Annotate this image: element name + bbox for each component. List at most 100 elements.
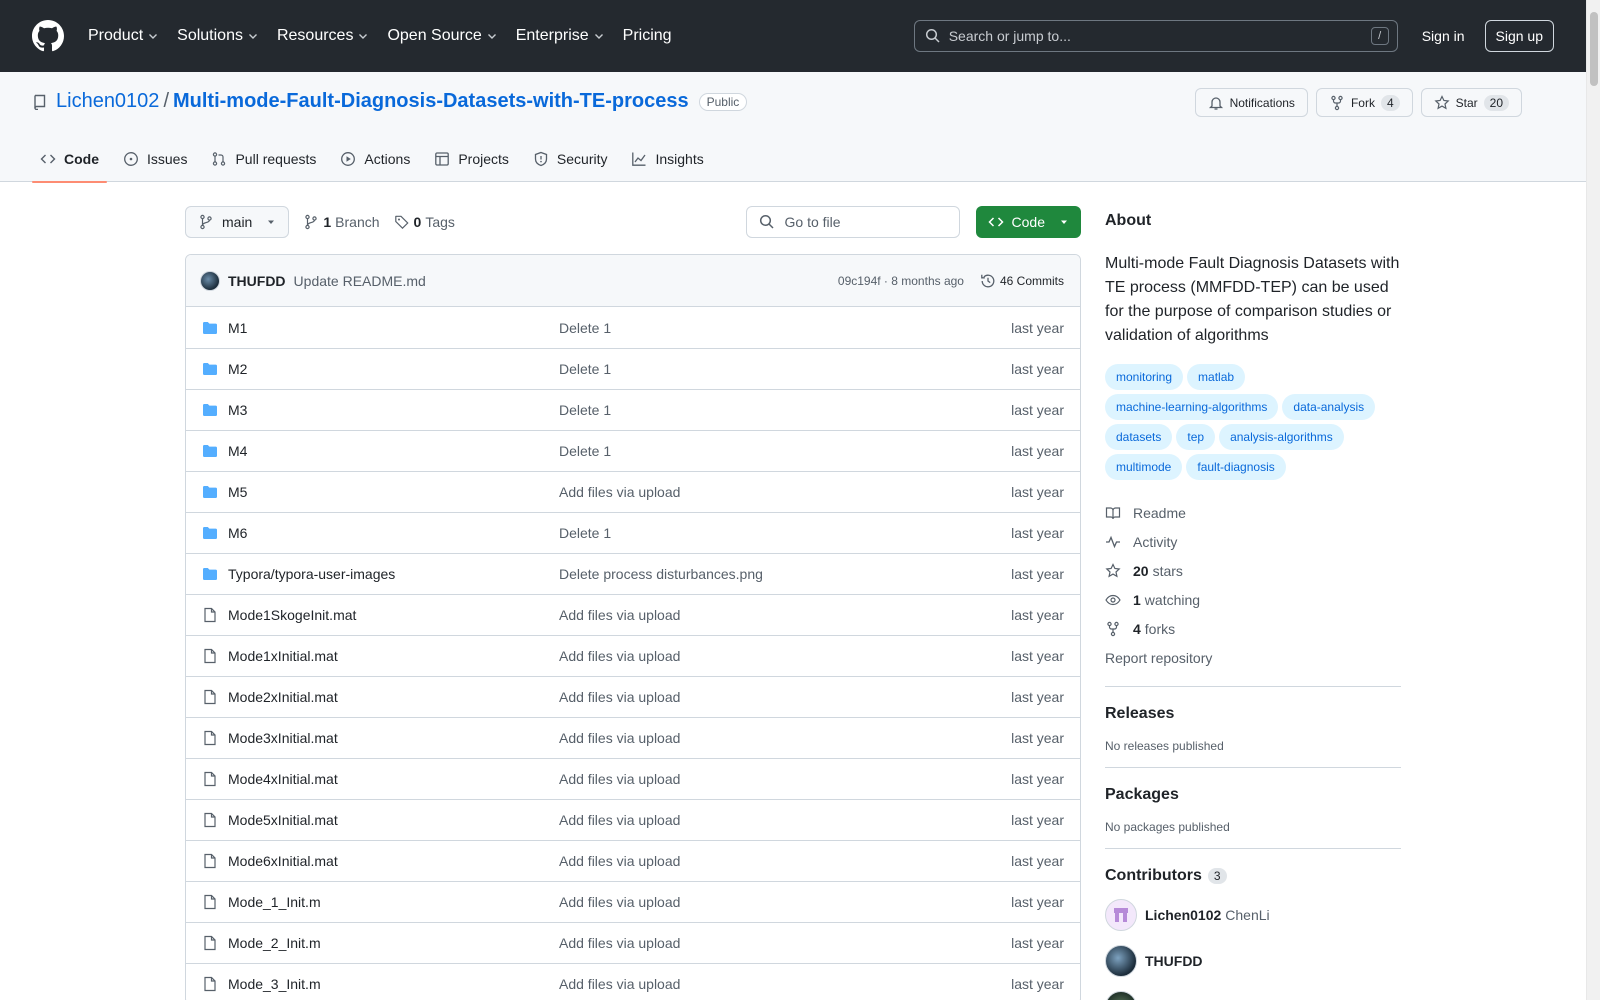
- activity-link[interactable]: Activity: [1105, 527, 1401, 556]
- table-row[interactable]: Mode1xInitial.mat Add files via upload las…: [186, 635, 1080, 676]
- watching-link[interactable]: 1 watching: [1105, 585, 1401, 614]
- commits-history-link[interactable]: 46 Commits: [980, 273, 1064, 289]
- tab-pull-requests[interactable]: Pull requests: [203, 136, 324, 182]
- tab-insights[interactable]: Insights: [623, 136, 711, 182]
- file-name-link[interactable]: Mode_3_Init.m: [228, 976, 559, 992]
- nav-enterprise[interactable]: Enterprise: [516, 27, 605, 45]
- tab-security[interactable]: Security: [525, 136, 616, 182]
- repo-owner-link[interactable]: Lichen0102: [56, 90, 159, 113]
- commit-message-link[interactable]: Add files via upload: [559, 894, 680, 910]
- topic-tag[interactable]: monitoring: [1105, 364, 1184, 390]
- report-repository-link[interactable]: Report repository: [1105, 643, 1401, 672]
- commit-message-link[interactable]: Delete 1: [559, 443, 611, 459]
- commit-message-link[interactable]: Add files via upload: [559, 648, 680, 664]
- table-row[interactable]: Typora/typora-user-images Delete process …: [186, 553, 1080, 594]
- sign-in-link[interactable]: Sign in: [1422, 28, 1465, 44]
- commit-author-link[interactable]: THUFDD: [228, 273, 286, 289]
- forks-link[interactable]: 4 forks: [1105, 614, 1401, 643]
- readme-link[interactable]: Readme: [1105, 498, 1401, 527]
- commit-message-link[interactable]: Add files via upload: [559, 607, 680, 623]
- file-name-link[interactable]: Mode_2_Init.m: [228, 935, 559, 951]
- file-name-link[interactable]: M3: [228, 402, 559, 418]
- commit-hash-time[interactable]: 09c194f · 8 months ago: [838, 274, 964, 288]
- notifications-button[interactable]: Notifications: [1194, 88, 1308, 117]
- file-name-link[interactable]: Mode6xInitial.mat: [228, 853, 559, 869]
- avatar[interactable]: [200, 270, 220, 291]
- topic-tag[interactable]: data-analysis: [1282, 394, 1376, 420]
- scrollbar-thumb[interactable]: [1590, 12, 1598, 86]
- nav-product[interactable]: Product: [88, 27, 159, 45]
- nav-solutions[interactable]: Solutions: [177, 27, 259, 45]
- table-row[interactable]: Mode1SkogeInit.mat Add files via upload la…: [186, 594, 1080, 635]
- commit-message-link[interactable]: Delete 1: [559, 525, 611, 541]
- topic-tag[interactable]: datasets: [1105, 424, 1173, 450]
- page-scrollbar[interactable]: [1586, 0, 1600, 1000]
- nav-pricing[interactable]: Pricing: [623, 27, 672, 45]
- nav-resources[interactable]: Resources: [277, 27, 369, 45]
- table-row[interactable]: Mode6xInitial.mat Add files via upload las…: [186, 840, 1080, 881]
- topic-tag[interactable]: matlab: [1187, 364, 1246, 390]
- repo-name-link[interactable]: Multi-mode-Fault-Diagnosis-Datasets-with…: [173, 90, 689, 113]
- file-name-link[interactable]: Mode1SkogeInit.mat: [228, 607, 559, 623]
- commit-message-link[interactable]: Add files via upload: [559, 771, 680, 787]
- star-button[interactable]: Star 20: [1420, 88, 1522, 117]
- table-row[interactable]: M6 Delete 1 last year: [186, 512, 1080, 553]
- file-name-link[interactable]: Mode4xInitial.mat: [228, 771, 559, 787]
- sign-up-button[interactable]: Sign up: [1484, 20, 1554, 52]
- commit-message-link[interactable]: Add files via upload: [559, 976, 680, 992]
- file-name-link[interactable]: Mode5xInitial.mat: [228, 812, 559, 828]
- fork-button[interactable]: Fork 4: [1315, 88, 1413, 117]
- branches-link[interactable]: 1 Branch: [303, 214, 380, 230]
- topic-tag[interactable]: analysis-algorithms: [1219, 424, 1344, 450]
- table-row[interactable]: M4 Delete 1 last year: [186, 430, 1080, 471]
- file-name-link[interactable]: Mode3xInitial.mat: [228, 730, 559, 746]
- table-row[interactable]: M2 Delete 1 last year: [186, 348, 1080, 389]
- tab-issues[interactable]: Issues: [115, 136, 195, 182]
- contributor-item[interactable]: [1105, 991, 1401, 1000]
- commit-message-link[interactable]: Add files via upload: [559, 853, 680, 869]
- commit-message-link[interactable]: Delete 1: [559, 320, 611, 336]
- table-row[interactable]: Mode5xInitial.mat Add files via upload las…: [186, 799, 1080, 840]
- code-dropdown-button[interactable]: Code: [975, 206, 1081, 238]
- tab-projects[interactable]: Projects: [426, 136, 517, 182]
- nav-open-source[interactable]: Open Source: [387, 27, 497, 45]
- tags-link[interactable]: 0 Tags: [394, 214, 455, 230]
- commit-message-link[interactable]: Delete process disturbances.png: [559, 566, 763, 582]
- github-logo-icon[interactable]: [32, 20, 64, 52]
- file-name-link[interactable]: M6: [228, 525, 559, 541]
- table-row[interactable]: Mode3xInitial.mat Add files via upload las…: [186, 717, 1080, 758]
- commit-message-link[interactable]: Delete 1: [559, 402, 611, 418]
- tab-code[interactable]: Code: [32, 136, 107, 183]
- table-row[interactable]: M3 Delete 1 last year: [186, 389, 1080, 430]
- topic-tag[interactable]: machine-learning-algorithms: [1105, 394, 1279, 420]
- contributor-item[interactable]: THUFDD: [1105, 945, 1401, 977]
- branch-selector[interactable]: main: [185, 206, 290, 238]
- tab-actions[interactable]: Actions: [332, 136, 418, 182]
- stars-link[interactable]: 20 stars: [1105, 556, 1401, 585]
- topic-tag[interactable]: fault-diagnosis: [1186, 454, 1286, 480]
- table-row[interactable]: M1 Delete 1 last year: [186, 307, 1080, 348]
- table-row[interactable]: Mode_2_Init.m Add files via upload last ye…: [186, 922, 1080, 963]
- file-name-link[interactable]: M2: [228, 361, 559, 377]
- releases-heading[interactable]: Releases: [1105, 705, 1401, 723]
- file-name-link[interactable]: Typora/typora-user-images: [228, 566, 559, 582]
- contributor-item[interactable]: Lichen0102 ChenLi: [1105, 899, 1401, 931]
- file-name-link[interactable]: Mode_1_Init.m: [228, 894, 559, 910]
- commit-message-link[interactable]: Add files via upload: [559, 730, 680, 746]
- table-row[interactable]: Mode4xInitial.mat Add files via upload las…: [186, 758, 1080, 799]
- file-name-link[interactable]: Mode2xInitial.mat: [228, 689, 559, 705]
- file-name-link[interactable]: M5: [228, 484, 559, 500]
- topic-tag[interactable]: tep: [1176, 424, 1216, 450]
- commit-message-link[interactable]: Add files via upload: [559, 689, 680, 705]
- contributors-heading[interactable]: Contributors 3: [1105, 867, 1401, 885]
- commit-message-link[interactable]: Add files via upload: [559, 935, 680, 951]
- file-name-link[interactable]: M4: [228, 443, 559, 459]
- commit-message-link[interactable]: Add files via upload: [559, 484, 680, 500]
- table-row[interactable]: Mode_1_Init.m Add files via upload last ye…: [186, 881, 1080, 922]
- go-to-file-input[interactable]: Go to file: [745, 206, 960, 238]
- search-input[interactable]: Search or jump to... /: [913, 20, 1398, 52]
- topic-tag[interactable]: multimode: [1105, 454, 1183, 480]
- commit-message-link[interactable]: Add files via upload: [559, 812, 680, 828]
- commit-message-link[interactable]: Update README.md: [294, 273, 426, 289]
- table-row[interactable]: M5 Add files via upload last year: [186, 471, 1080, 512]
